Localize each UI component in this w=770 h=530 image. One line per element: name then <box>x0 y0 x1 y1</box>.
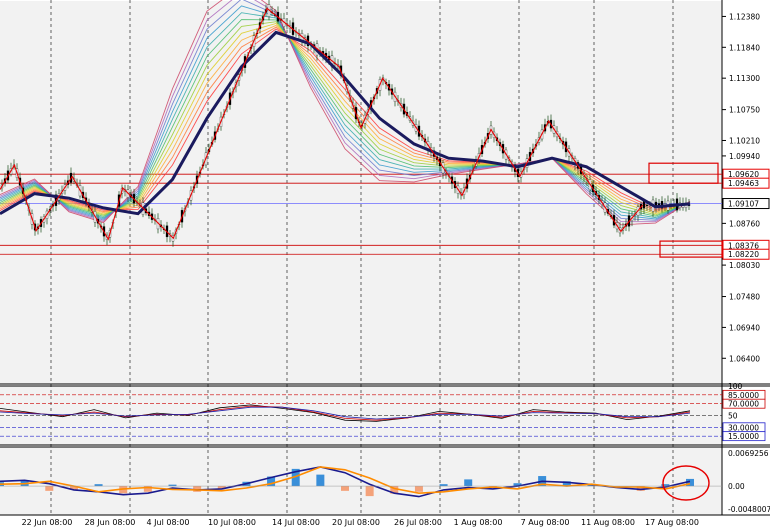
date-label: 26 Jul 08:00 <box>394 518 442 527</box>
price-label: 1.09463 <box>728 179 759 188</box>
histogram-tick-label: 0.00 <box>728 482 745 491</box>
price-tick-label: 1.11840 <box>729 43 760 52</box>
date-label: 10 Jul 08:00 <box>208 518 256 527</box>
oscillator-tick-label: 70.0000 <box>728 400 759 409</box>
histogram-bar <box>94 484 103 487</box>
candle-body <box>645 204 649 206</box>
oscillator-tick-label: 30.0000 <box>728 423 759 432</box>
histogram-bar <box>464 479 473 487</box>
chart-root: 1.12380 1.11840 1.11300 1.10750 1.10210 1.099… <box>0 0 770 530</box>
date-label: 14 Jul 08:00 <box>272 518 320 527</box>
date-label: 7 Aug 08:00 <box>521 518 570 527</box>
histogram-bar <box>414 486 423 492</box>
price-tick-label: 1.10750 <box>729 106 760 115</box>
date-label: 11 Aug 08:00 <box>581 518 635 527</box>
histogram-bar <box>341 486 349 491</box>
histogram-tick-label: 0.0069256 <box>728 449 769 458</box>
histogram-bar <box>316 474 325 487</box>
oscillator-tick-label: 85.0000 <box>728 391 759 400</box>
oscillator-tick-label: 15.0000 <box>728 432 759 441</box>
price-tick-label: 1.06400 <box>729 354 760 363</box>
histogram-bar <box>365 486 374 497</box>
price-tick-label: 1.08760 <box>729 219 760 228</box>
histogram-tick-label: -0.0048007 <box>728 505 770 514</box>
price-tick-label: 1.10210 <box>729 136 760 145</box>
date-label: 20 Jul 08:00 <box>332 518 380 527</box>
histogram-bar <box>45 486 54 491</box>
price-tick-label: 1.11300 <box>729 74 760 83</box>
date-label: 1 Aug 08:00 <box>454 518 503 527</box>
date-label: 22 Jun 08:00 <box>22 518 73 527</box>
date-label: 28 Jun 08:00 <box>85 518 136 527</box>
price-tick-label: 1.06940 <box>729 323 760 332</box>
price-tick-label: 1.07480 <box>729 293 760 302</box>
histogram-bar <box>439 484 448 487</box>
oscillator-tick-label: 100 <box>728 382 743 391</box>
oscillator-tick-label: 50 <box>728 412 738 421</box>
date-label: 4 Jul 08:00 <box>147 518 190 527</box>
date-label: 17 Aug 08:00 <box>645 518 699 527</box>
trading-chart: 1.12380 1.11840 1.11300 1.10750 1.10210 1.099… <box>0 0 770 530</box>
price-tick-label: 1.09940 <box>729 152 760 161</box>
price-tick-label: 1.08030 <box>729 261 760 270</box>
price-tick-label: 1.12380 <box>729 12 760 21</box>
price-label: 1.08220 <box>728 250 759 259</box>
price-label: 1.09107 <box>728 200 759 209</box>
